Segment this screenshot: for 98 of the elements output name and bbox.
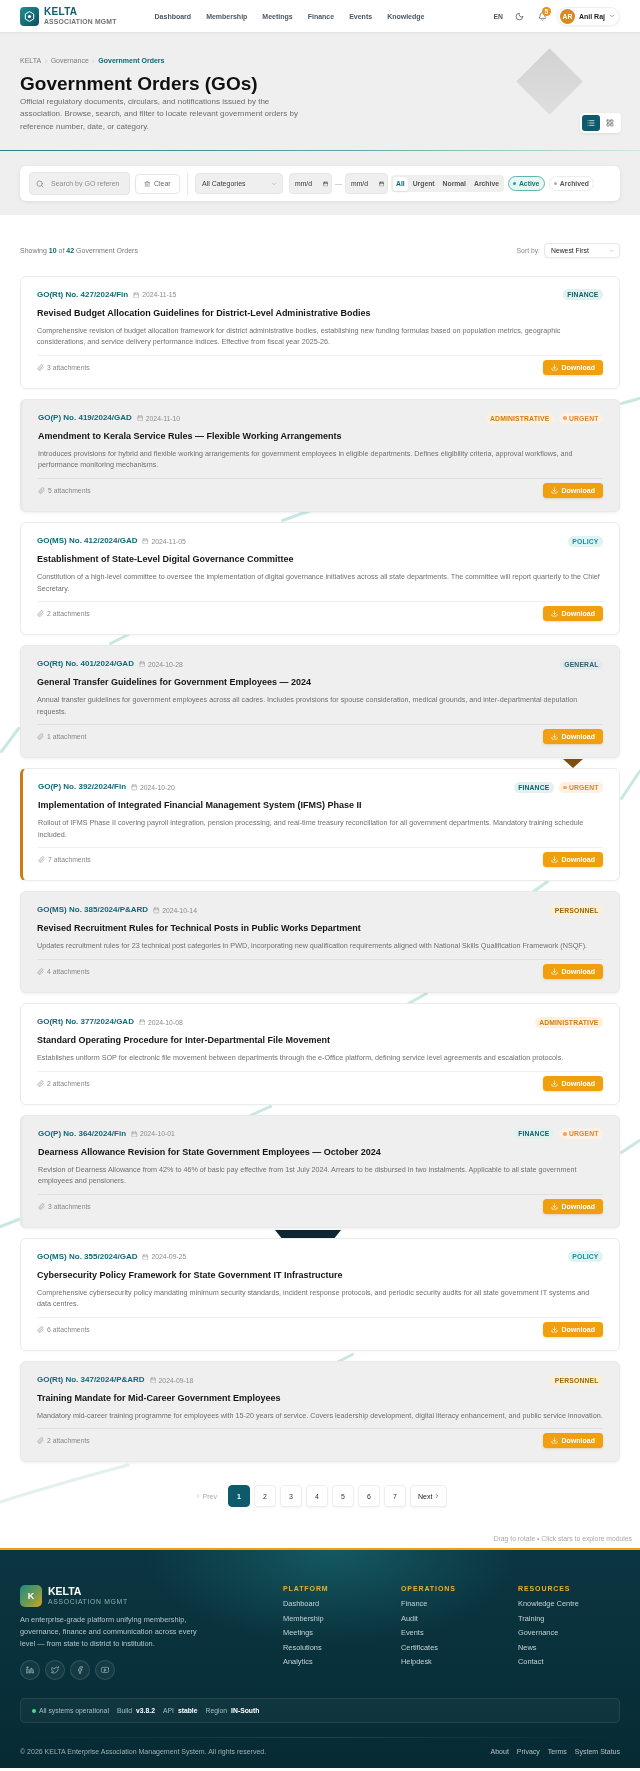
list-icon: [586, 119, 595, 128]
calendar-icon: [131, 1130, 138, 1138]
order-title: Training Mandate for Mid-Career Government Employees: [37, 1392, 282, 1405]
calendar-icon: [138, 1018, 146, 1026]
paperclip-icon: [37, 609, 44, 617]
logo-icon: [20, 6, 39, 26]
facebook-icon: [76, 1666, 84, 1675]
order-number: GO(Rt) No. 377/2024/GAD: [37, 1016, 134, 1029]
order-number: GO(Rt) No. 401/2024/GAD: [37, 658, 134, 671]
download-icon: [551, 1437, 558, 1445]
paperclip-icon: [37, 1079, 44, 1087]
search-icon: [35, 179, 44, 188]
order-number: GO(MS) No. 385/2024/P&ARD: [37, 904, 149, 917]
download-icon: [551, 1079, 558, 1087]
calendar-icon: [131, 784, 138, 791]
stripe-shape: [406, 992, 428, 1006]
grid-icon: [606, 119, 615, 128]
order-number: GO(P) No. 364/2024/Fin: [38, 1127, 127, 1140]
download-icon: [551, 733, 558, 741]
dot-icon: [513, 182, 517, 186]
calendar-icon: [136, 414, 144, 422]
calendar-icon: [142, 537, 149, 545]
order-title: Establishment of State-Level Digital Governance Committee: [37, 553, 295, 566]
bell-icon[interactable]: [537, 11, 547, 21]
order-number: GO(Rt) No. 427/2024/Fin: [37, 288, 129, 301]
order-title: General Transfer Guidelines for Government Employees — 2024: [37, 676, 313, 689]
brand-name: KELTA: [48, 1586, 83, 1598]
page-description: Official regulatory documents, circulars, and notifications issued by the association. Browse, search, and filter to locate relevant government orders by reference number, date, or category.: [20, 96, 299, 133]
page-title: Government Orders (GOs): [20, 73, 259, 95]
chevron-down-icon: [608, 247, 614, 254]
order-number: GO(P) No. 392/2024/Fin: [38, 781, 127, 794]
brand-name: KELTA: [44, 7, 79, 17]
chevron-right-icon: [433, 1493, 440, 1500]
calendar-icon: [153, 907, 160, 914]
calendar-icon: [378, 181, 384, 187]
stripe-shape: [248, 1105, 272, 1118]
stripe-shape: [336, 1353, 354, 1364]
order-title: Cybersecurity Policy Framework for State Government IT Infrastructure: [37, 1268, 344, 1281]
stripe-shape: [619, 770, 640, 801]
paperclip-icon: [37, 1437, 44, 1445]
chevron-down-icon: [271, 180, 277, 187]
moon-icon[interactable]: [514, 11, 524, 21]
dot-icon: [563, 785, 567, 790]
social-button[interactable]: [95, 1660, 115, 1681]
social-button[interactable]: [20, 1660, 40, 1681]
social-button[interactable]: [45, 1660, 65, 1681]
dot-icon: [554, 182, 558, 186]
download-icon: [551, 609, 558, 617]
order-number: GO(Rt) No. 347/2024/P&ARD: [37, 1374, 145, 1387]
paperclip-icon: [37, 363, 44, 371]
list-view-button[interactable]: [581, 114, 600, 132]
order-title: Dearness Allowance Revision for State Government Employees — October 2024: [38, 1145, 382, 1158]
paperclip-icon: [38, 856, 45, 864]
paperclip-icon: [37, 1325, 44, 1333]
trash-icon: [144, 180, 151, 188]
triangle-shape: [563, 759, 583, 769]
calendar-icon: [138, 660, 146, 668]
stripe-shape: [108, 633, 130, 646]
dot-icon: [563, 1132, 567, 1136]
youtube-icon: [101, 1666, 109, 1675]
stripe-shape: [531, 880, 549, 894]
order-title: Revised Recruitment Rules for Technical Posts in Public Works Department: [37, 922, 362, 935]
paperclip-icon: [37, 733, 44, 741]
download-icon: [551, 486, 558, 494]
dot-icon: [563, 416, 567, 420]
calendar-icon: [322, 181, 328, 187]
paperclip-icon: [37, 967, 44, 975]
download-icon: [551, 363, 558, 371]
status-dot-icon: [32, 1708, 36, 1713]
social-button[interactable]: [70, 1660, 90, 1681]
order-title: Revised Budget Allocation Guidelines for District-Level Administrative Bodies: [37, 306, 372, 319]
order-number: GO(MS) No. 412/2024/GAD: [37, 535, 138, 548]
download-icon: [551, 856, 558, 864]
download-icon: [551, 1202, 558, 1210]
calendar-icon: [133, 291, 140, 299]
stripe-shape: [280, 509, 312, 523]
calendar-icon: [149, 1376, 157, 1384]
linkedin-icon: [26, 1666, 34, 1675]
stripe-shape: [0, 1218, 20, 1229]
calendar-icon: [142, 1253, 149, 1261]
order-number: GO(P) No. 419/2024/GAD: [38, 412, 132, 424]
chevron-right-icon: [91, 58, 96, 64]
twitter-icon: [51, 1666, 59, 1675]
download-icon: [551, 967, 558, 975]
paperclip-icon: [38, 1202, 45, 1210]
brand-mark: K: [20, 1585, 42, 1608]
order-title: Implementation of Integrated Financial Management System (IFMS) Phase II: [38, 799, 363, 812]
stripe-shape: [619, 1139, 640, 1155]
stripe-shape: [619, 397, 640, 406]
order-number: GO(MS) No. 355/2024/GAD: [37, 1250, 138, 1263]
order-title: Amendment to Kerala Service Rules — Flexible Working Arrangements: [38, 430, 343, 442]
chevron-left-icon: [195, 1493, 202, 1500]
stripe-shape: [0, 727, 20, 754]
order-title: Standard Operating Procedure for Inter-Departmental File Movement: [37, 1034, 332, 1047]
chevron-down-icon: [609, 13, 615, 19]
paperclip-icon: [38, 486, 45, 494]
chevron-right-icon: [43, 58, 49, 64]
download-icon: [551, 1325, 558, 1333]
